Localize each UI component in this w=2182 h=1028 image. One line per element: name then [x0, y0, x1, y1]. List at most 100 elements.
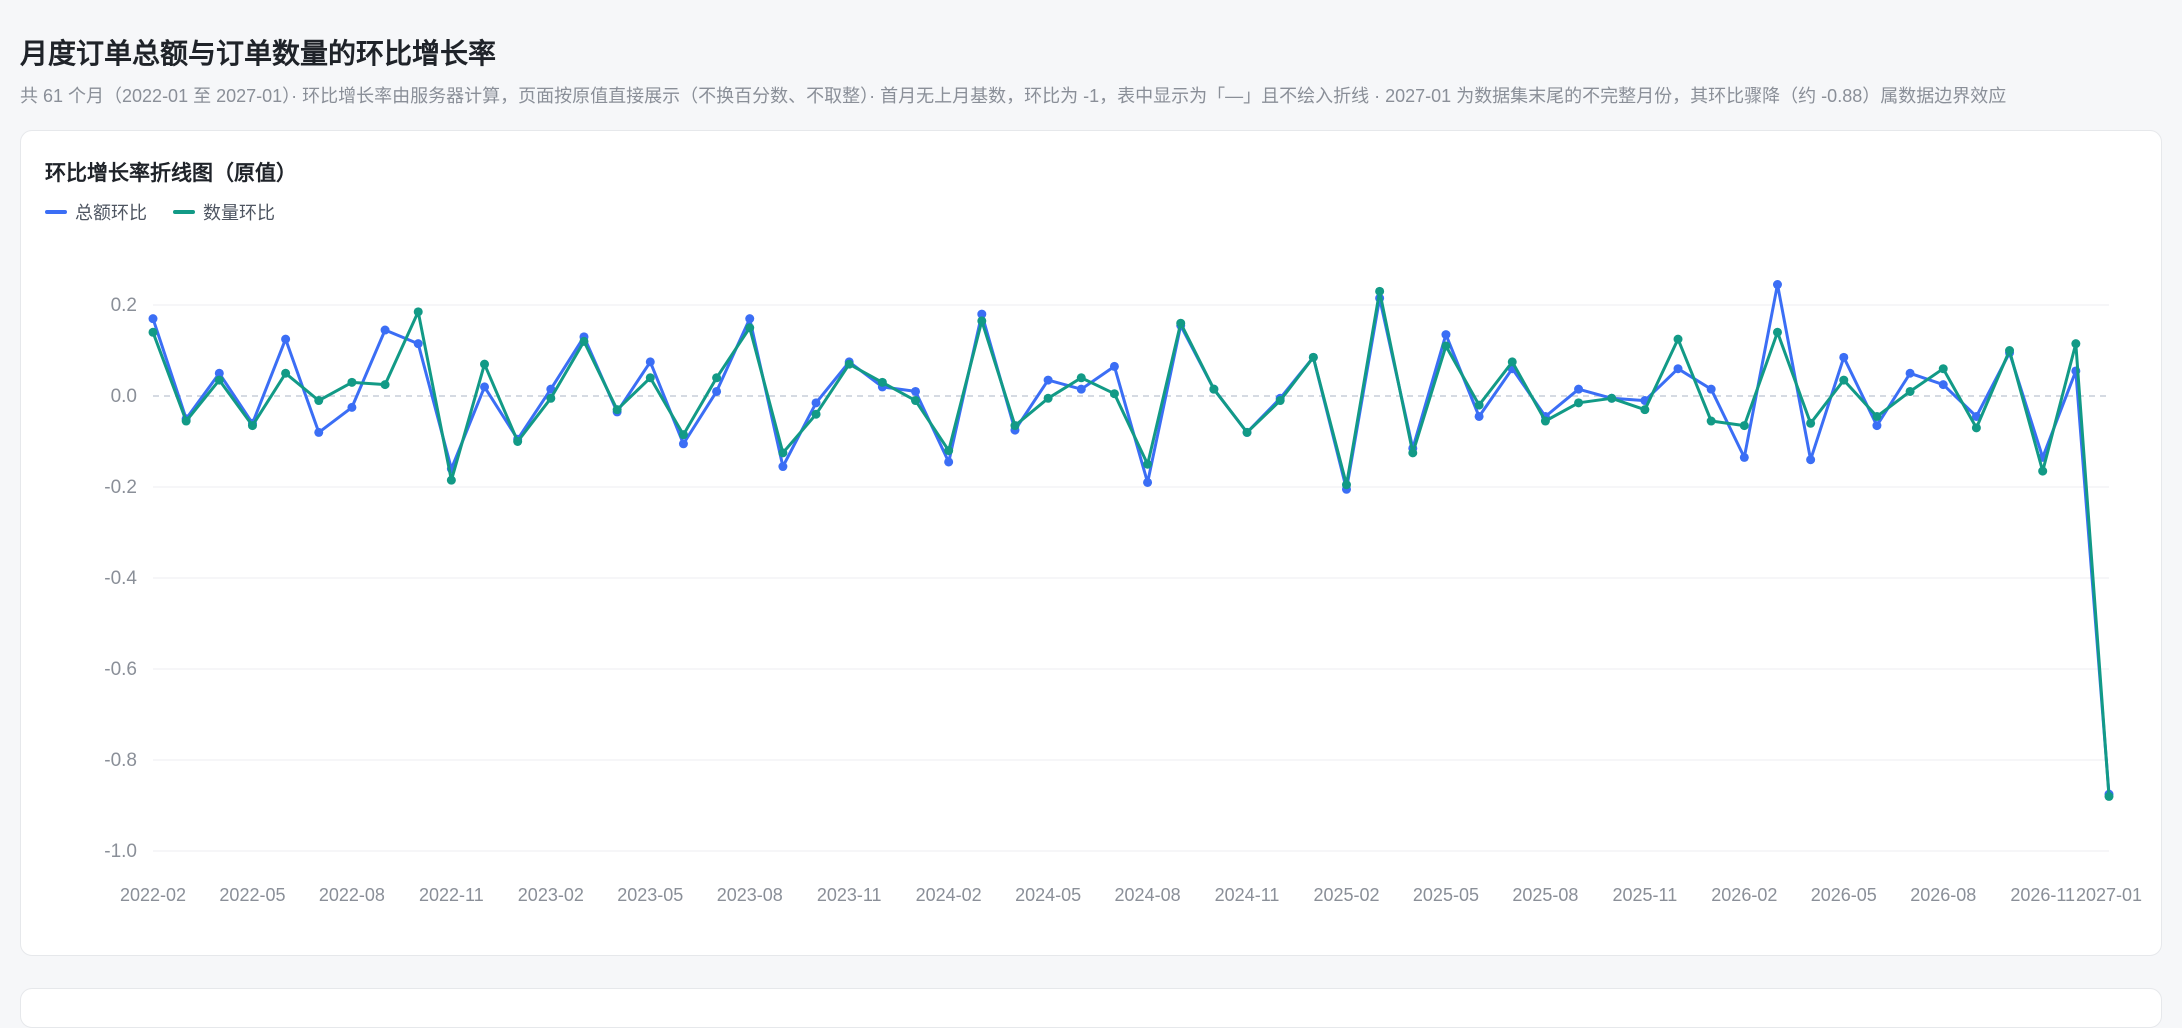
data-point-count — [1143, 459, 1153, 469]
data-point-amount — [778, 462, 788, 472]
chart-card: 环比增长率折线图（原值） 总额环比 数量环比 -1.0 -0.8 -0.6 -0.4-… — [20, 130, 2162, 956]
x-tick-label: 2025-08 — [1512, 885, 1578, 905]
data-point-amount — [1772, 280, 1782, 290]
data-point-count — [1938, 364, 1948, 374]
data-point-count — [148, 327, 158, 337]
data-point-count — [1607, 393, 1617, 403]
data-point-count — [480, 359, 490, 369]
data-point-count — [1839, 375, 1849, 385]
data-point-count — [1772, 327, 1782, 337]
data-point-count — [1872, 411, 1882, 421]
data-point-count — [612, 405, 622, 415]
data-point-count — [1806, 418, 1816, 428]
x-tick-label: 2027-01 — [2076, 885, 2142, 905]
data-point-amount — [413, 339, 423, 349]
y-tick-label: -0.4 — [104, 568, 137, 589]
data-point-count — [579, 336, 589, 346]
data-point-count — [1209, 384, 1219, 394]
data-point-amount — [745, 314, 755, 324]
data-point-count — [1507, 357, 1517, 367]
x-tick-label: 2026-02 — [1711, 885, 1777, 905]
data-point-count — [1308, 352, 1318, 362]
data-point-amount — [1474, 411, 1484, 421]
data-point-amount — [1076, 384, 1086, 394]
data-point-count — [645, 373, 655, 383]
line-chart: -1.0 -0.8 -0.6 -0.4 -0.2 0.0 0.2 2022-02 2022-05… — [104, 280, 2142, 905]
data-point-count — [247, 421, 257, 431]
data-point-count — [214, 375, 224, 385]
data-point-amount — [1938, 380, 1948, 390]
data-point-count — [1043, 393, 1053, 403]
data-point-count — [1574, 398, 1584, 408]
data-point-count — [1640, 405, 1650, 415]
data-point-count — [1408, 448, 1418, 458]
data-point-count — [877, 377, 887, 387]
data-point-amount — [1043, 375, 1053, 385]
y-tick-label: -0.6 — [104, 659, 137, 680]
data-point-count — [811, 409, 821, 419]
data-point-count — [844, 359, 854, 369]
x-tick-label: 2023-02 — [518, 885, 584, 905]
y-tick-label: -1.0 — [104, 841, 137, 862]
data-point-amount — [347, 402, 357, 412]
x-tick-label: 2022-08 — [319, 885, 385, 905]
data-point-amount — [1109, 361, 1119, 371]
x-tick-label: 2022-11 — [419, 885, 484, 905]
x-tick-label: 2025-02 — [1313, 885, 1379, 905]
data-point-count — [1010, 421, 1020, 431]
data-point-count — [1176, 318, 1186, 328]
data-point-amount — [944, 457, 954, 467]
data-point-count — [911, 396, 921, 406]
data-point-amount — [911, 386, 921, 396]
series-line-count — [151, 289, 2111, 798]
x-tick-label: 2023-05 — [617, 885, 683, 905]
data-point-count — [1971, 423, 1981, 433]
data-point-amount — [1806, 455, 1816, 465]
data-point-amount — [314, 427, 324, 437]
y-tick-label: -0.8 — [104, 750, 137, 771]
y-tick-label: 0.0 — [111, 386, 137, 407]
y-tick-label: 0.2 — [111, 295, 137, 316]
data-point-amount — [1739, 452, 1749, 462]
x-tick-label: 2023-08 — [717, 885, 783, 905]
x-tick-label: 2024-11 — [1215, 885, 1280, 905]
table-card — [20, 988, 2162, 1028]
data-point-amount — [1905, 368, 1915, 378]
data-point-amount — [1673, 364, 1683, 374]
x-tick-label: 2025-05 — [1413, 885, 1479, 905]
data-point-amount — [1143, 477, 1153, 487]
data-point-count — [2071, 339, 2081, 349]
data-point-amount — [480, 382, 490, 392]
data-point-count — [181, 416, 191, 426]
x-tick-label: 2025-11 — [1612, 885, 1677, 905]
x-tick-label: 2026-11 — [2010, 885, 2075, 905]
x-tick-label: 2024-05 — [1015, 885, 1081, 905]
data-point-count — [1076, 373, 1086, 383]
data-point-count — [944, 446, 954, 456]
data-point-amount — [1839, 352, 1849, 362]
data-point-count — [1474, 400, 1484, 410]
x-tick-label: 2023-11 — [817, 885, 882, 905]
data-point-count — [2104, 791, 2114, 801]
data-point-count — [380, 380, 390, 390]
data-point-amount — [281, 334, 291, 344]
x-tick-label: 2022-05 — [219, 885, 285, 905]
data-point-amount — [678, 439, 688, 449]
data-point-amount — [1872, 421, 1882, 431]
data-point-count — [1242, 427, 1252, 437]
page-subtitle: 共 61 个月（2022-01 至 2027-01）· 环比增长率由服务器计算，… — [20, 86, 2007, 106]
data-point-count — [1739, 421, 1749, 431]
data-point-count — [678, 430, 688, 440]
data-point-count — [1706, 416, 1716, 426]
data-point-count — [1109, 389, 1119, 399]
x-tick-label: 2026-05 — [1811, 885, 1877, 905]
data-point-count — [347, 377, 357, 387]
data-point-count — [1375, 286, 1385, 296]
data-point-count — [413, 307, 423, 317]
data-point-count — [1341, 480, 1351, 490]
data-point-amount — [811, 398, 821, 408]
data-point-count — [712, 373, 722, 383]
data-point-amount — [148, 314, 158, 324]
y-tick-label: -0.2 — [104, 477, 137, 498]
data-point-count — [1905, 386, 1915, 396]
